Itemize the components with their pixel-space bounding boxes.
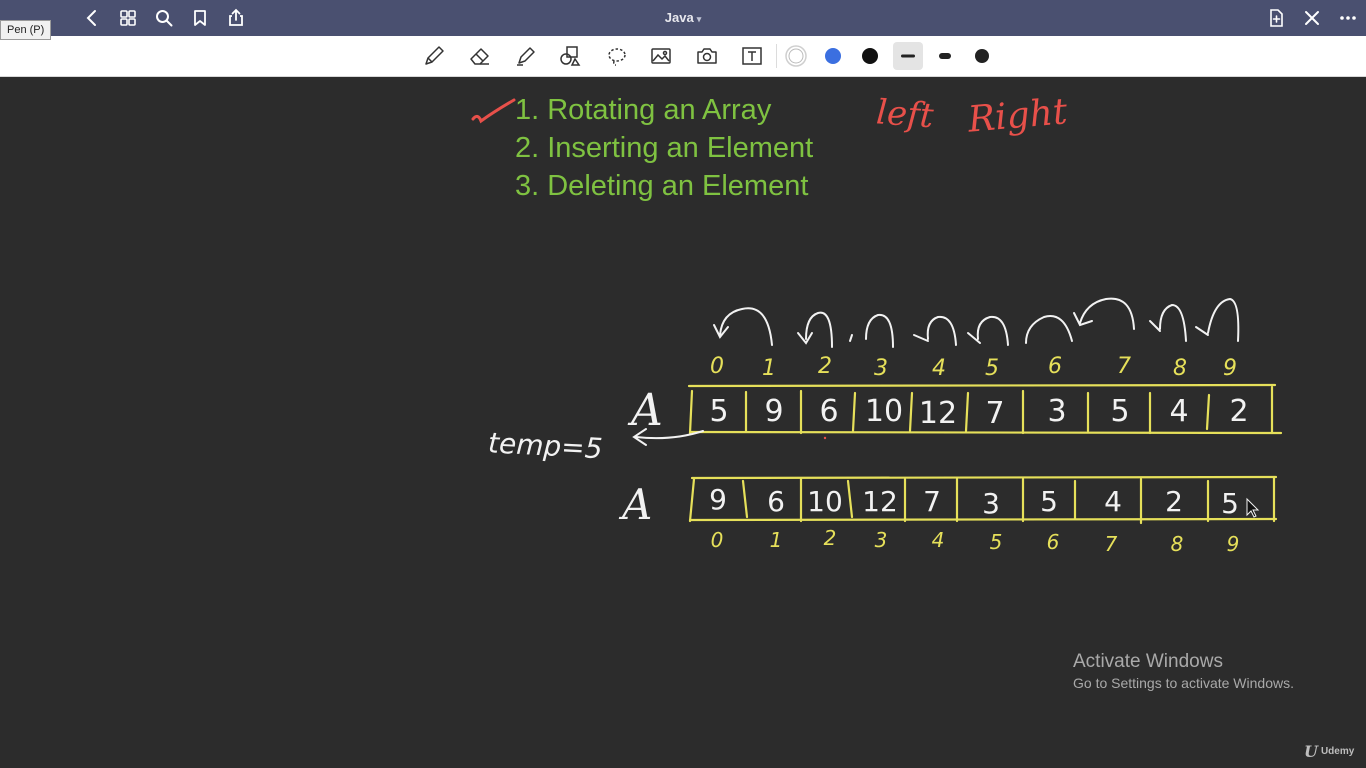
lasso-tool-icon[interactable] bbox=[603, 42, 631, 70]
array-cell-value: 10 bbox=[865, 394, 903, 429]
camera-tool-icon[interactable] bbox=[693, 42, 721, 70]
array-cell-value: 7 bbox=[923, 485, 941, 518]
chevron-down-icon: ▾ bbox=[696, 14, 702, 24]
watermark-title: Activate Windows bbox=[1073, 651, 1223, 672]
rotation-arrows bbox=[713, 297, 1240, 348]
array-cell-value: 9 bbox=[709, 483, 727, 516]
index-label: 4 bbox=[932, 528, 945, 552]
annotation-left: left bbox=[875, 92, 935, 136]
array-before-values: 5 9 6 10 12 7 3 5 4 2 bbox=[709, 394, 1248, 431]
thin-stroke-option[interactable] bbox=[893, 42, 923, 70]
watermark-subtitle: Go to Settings to activate Windows. bbox=[1073, 675, 1294, 691]
title-bar: Java ▾ bbox=[0, 0, 1366, 36]
index-label: 7 bbox=[1117, 354, 1131, 379]
shapes-tool-icon[interactable] bbox=[556, 42, 584, 70]
index-label: 0 bbox=[711, 528, 724, 552]
topic-item: 1. Rotating an Array bbox=[515, 94, 772, 126]
pen-tooltip: Pen (P) bbox=[0, 20, 52, 40]
index-label: 6 bbox=[1048, 354, 1062, 379]
index-label: 7 bbox=[1105, 532, 1118, 556]
udemy-logo-icon: U bbox=[1304, 742, 1318, 761]
red-dot bbox=[823, 436, 827, 440]
index-label: 9 bbox=[1227, 532, 1240, 556]
index-label: 1 bbox=[762, 356, 776, 381]
note-canvas[interactable]: left Right 0 1 2 3 4 5 6 7 8 9 A 5 9 6 1… bbox=[0, 77, 1366, 768]
medium-stroke-option[interactable] bbox=[931, 42, 959, 70]
eraser-tool-icon[interactable] bbox=[466, 42, 494, 70]
array-cell-value: 12 bbox=[919, 396, 957, 431]
array-cell-value: 12 bbox=[862, 485, 898, 518]
index-label: 3 bbox=[875, 528, 888, 552]
array-cell-value: 10 bbox=[807, 485, 843, 518]
array-cell-value: 6 bbox=[819, 394, 838, 429]
toolbar-divider bbox=[776, 44, 777, 68]
array-label-top: A bbox=[627, 385, 663, 436]
close-icon[interactable] bbox=[1300, 6, 1324, 30]
image-tool-icon[interactable] bbox=[647, 42, 675, 70]
array-after-values: 9 6 10 12 7 3 5 4 2 5 bbox=[709, 483, 1239, 520]
new-page-icon[interactable] bbox=[1264, 6, 1288, 30]
index-label: 4 bbox=[932, 356, 946, 381]
array-cell-value: 4 bbox=[1104, 485, 1122, 518]
array-cell-value: 2 bbox=[1229, 394, 1248, 429]
array-cell-value: 2 bbox=[1165, 485, 1183, 518]
mouse-cursor-icon bbox=[1246, 497, 1260, 518]
more-icon[interactable] bbox=[1336, 6, 1360, 30]
topic-list: 1. Rotating an Array 2. Inserting an Ele… bbox=[515, 91, 813, 205]
index-label: 5 bbox=[985, 356, 999, 381]
index-label: 3 bbox=[874, 356, 888, 381]
topic-item: 2. Inserting an Element bbox=[515, 132, 814, 164]
drawing-toolbar bbox=[0, 36, 1366, 77]
array-cell-value: 7 bbox=[985, 396, 1004, 431]
pen-tool-icon[interactable] bbox=[420, 42, 448, 70]
index-label: 1 bbox=[770, 528, 783, 552]
index-label: 6 bbox=[1047, 530, 1060, 554]
blue-color-swatch[interactable] bbox=[819, 42, 847, 70]
thick-stroke-option[interactable] bbox=[968, 42, 996, 70]
temp-label: temp=5 bbox=[487, 426, 603, 465]
array-cell-value: 5 bbox=[1221, 487, 1239, 520]
document-title[interactable]: Java ▾ bbox=[0, 10, 1366, 25]
index-label: 2 bbox=[824, 526, 837, 550]
highlighter-tool-icon[interactable] bbox=[512, 42, 540, 70]
array-cell-value: 6 bbox=[767, 485, 785, 518]
white-color-swatch[interactable] bbox=[782, 42, 810, 70]
index-label: 2 bbox=[818, 354, 832, 379]
array-cell-value: 3 bbox=[982, 487, 1000, 520]
array-cell-value: 3 bbox=[1047, 394, 1066, 429]
black-color-swatch[interactable] bbox=[856, 42, 884, 70]
index-label: 5 bbox=[990, 530, 1003, 554]
annotation-right: Right bbox=[965, 91, 1069, 141]
activation-watermark: Activate Windows Go to Settings to activ… bbox=[1073, 651, 1294, 691]
check-mark bbox=[471, 98, 516, 124]
topic-item: 3. Deleting an Element bbox=[515, 170, 809, 202]
index-label: 8 bbox=[1173, 356, 1187, 381]
udemy-logo: U Udemy bbox=[1304, 742, 1354, 761]
array-cell-value: 9 bbox=[764, 394, 783, 429]
array-cell-value: 5 bbox=[1040, 485, 1058, 518]
top-index-row: 0 1 2 3 4 5 6 7 8 9 bbox=[710, 354, 1237, 381]
index-label: 9 bbox=[1223, 356, 1237, 381]
brand-name: Udemy bbox=[1320, 746, 1355, 757]
array-cell-value: 4 bbox=[1169, 394, 1188, 429]
array-cell-value: 5 bbox=[709, 394, 728, 429]
index-label: 0 bbox=[710, 354, 724, 379]
index-label: 8 bbox=[1171, 532, 1184, 556]
array-cell-value: 5 bbox=[1110, 394, 1129, 429]
bottom-index-row: 0 1 2 3 4 5 6 7 8 9 bbox=[711, 526, 1240, 556]
array-label-bottom: A bbox=[618, 480, 652, 529]
text-tool-icon[interactable] bbox=[738, 42, 766, 70]
